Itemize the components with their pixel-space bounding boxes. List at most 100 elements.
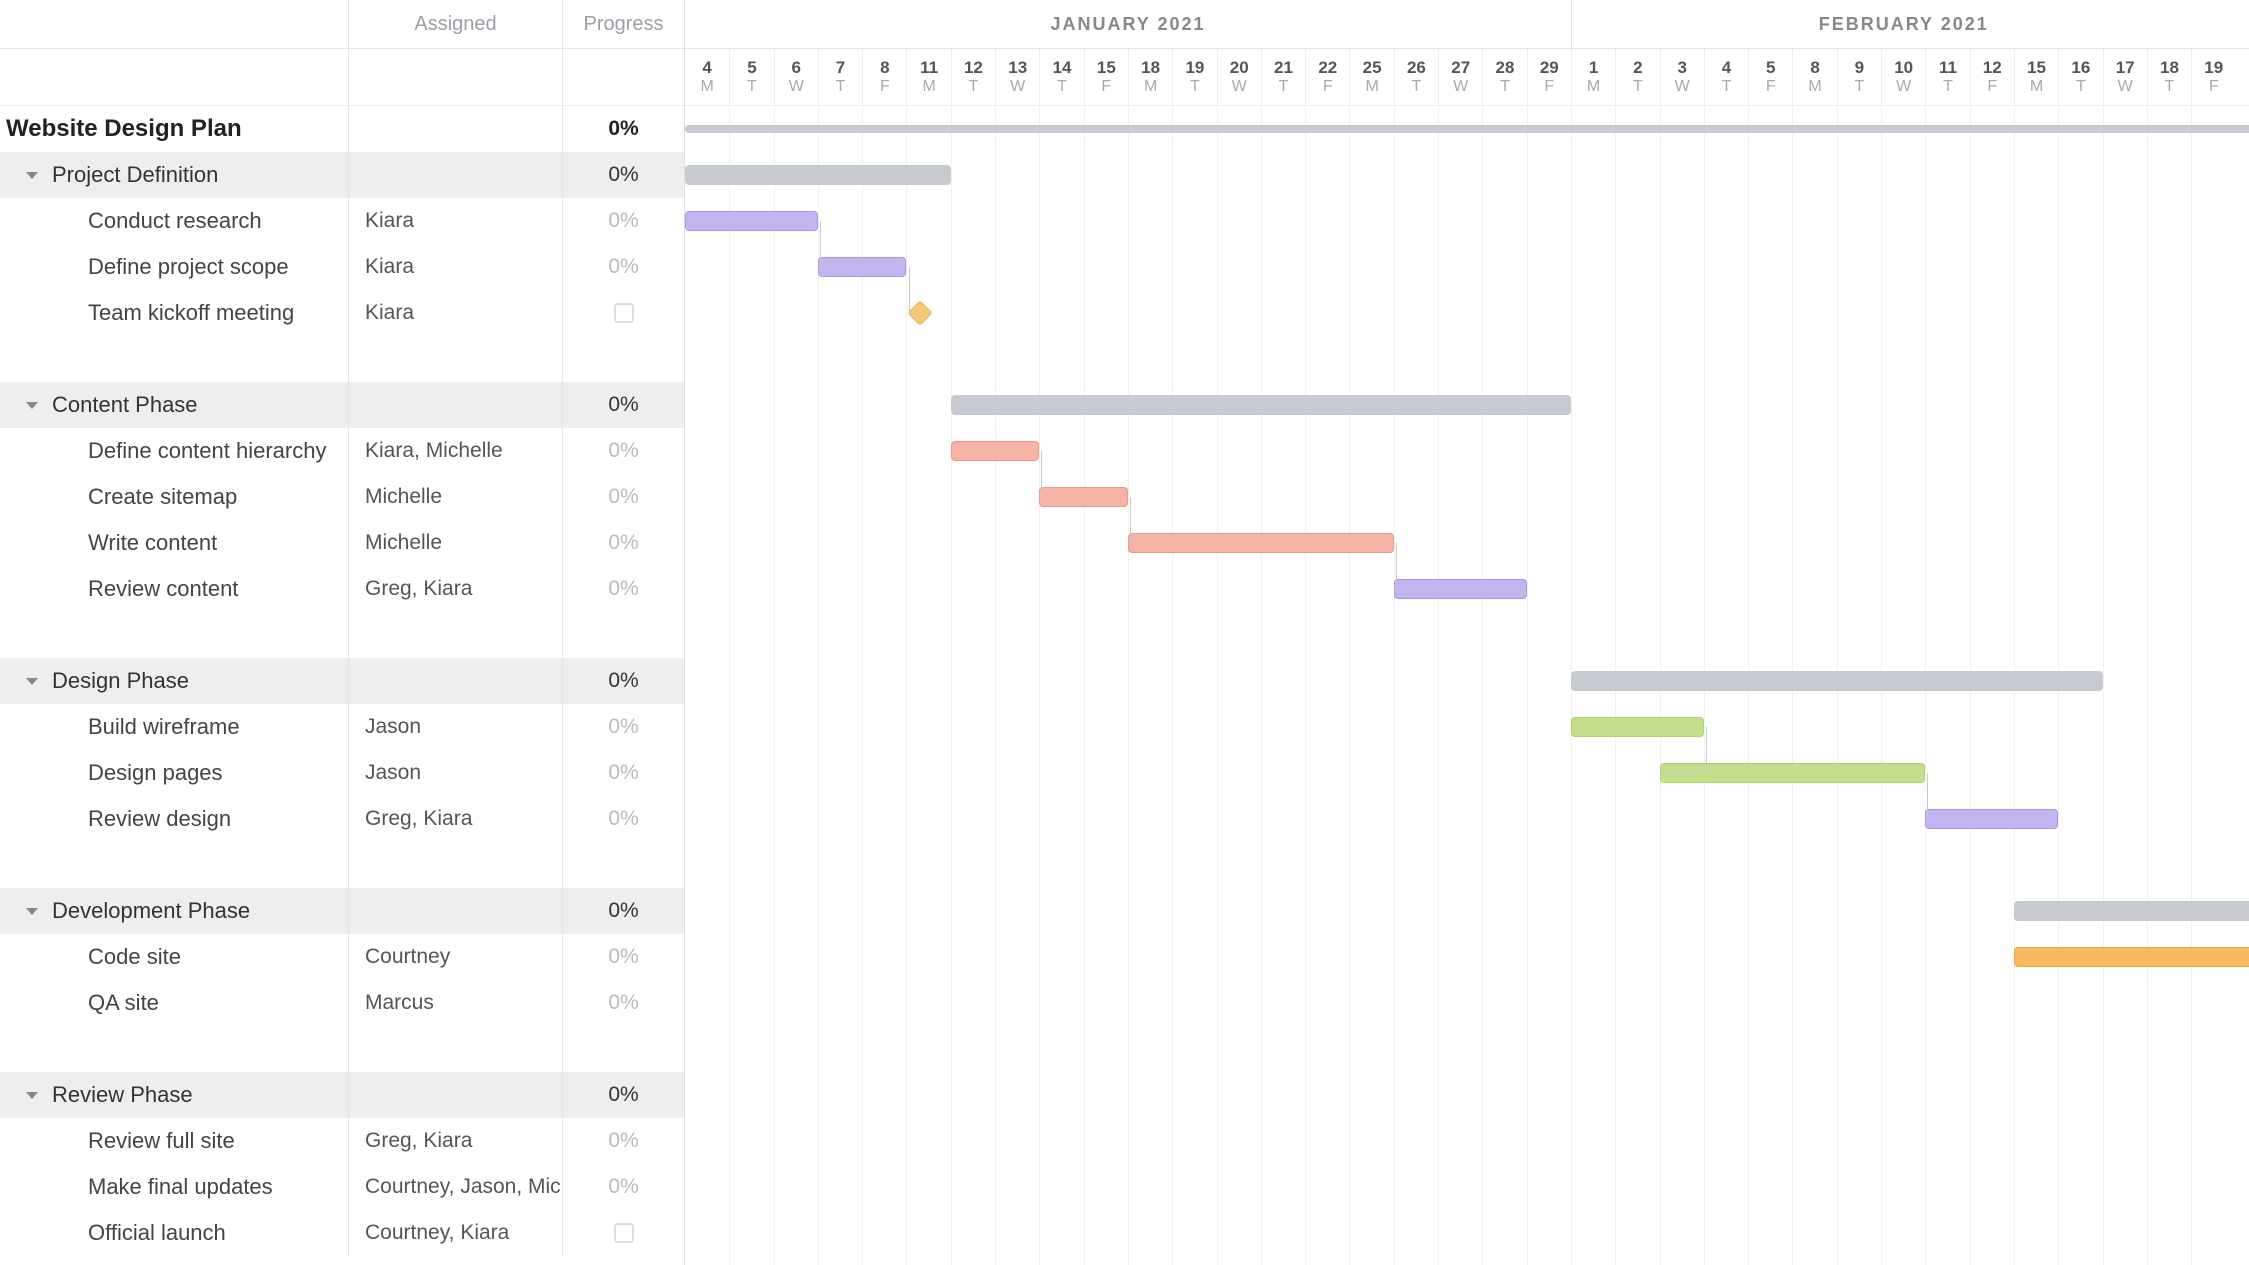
row-name-label: Content Phase <box>52 392 198 418</box>
progress-cell[interactable]: 0% <box>562 520 684 566</box>
progress-cell[interactable]: 0% <box>562 1118 684 1164</box>
timeline-pane[interactable]: JANUARY 2021FEBRUARY 2021 4M5T6W7T8F11M1… <box>685 0 2249 1265</box>
assigned-cell[interactable]: Courtney, Jason, Michelle <box>348 1164 562 1210</box>
assigned-cell[interactable]: Kiara <box>348 198 562 244</box>
collapse-caret-icon[interactable] <box>26 172 38 179</box>
gantt-bars <box>685 106 2249 1265</box>
day-of-week: T <box>1412 78 1422 96</box>
progress-cell[interactable]: 0% <box>562 428 684 474</box>
progress-cell[interactable]: 0% <box>562 704 684 750</box>
collapse-caret-icon[interactable] <box>26 1092 38 1099</box>
task-row-t1[interactable]: Conduct researchKiara0% <box>0 198 684 244</box>
progress-cell[interactable]: 0% <box>562 980 684 1026</box>
task-row-t7[interactable]: Review contentGreg, Kiara0% <box>0 566 684 612</box>
assigned-cell[interactable]: Kiara, Michelle <box>348 428 562 474</box>
plan-row-plan[interactable]: Website Design Plan 0% <box>0 106 684 152</box>
group-row-g3[interactable]: Design Phase0% <box>0 658 684 704</box>
gantt-bar-g1[interactable] <box>685 165 951 185</box>
progress-cell[interactable]: 0% <box>562 750 684 796</box>
task-row-t12[interactable]: QA siteMarcus0% <box>0 980 684 1026</box>
row-name-label: Development Phase <box>52 898 250 924</box>
task-row-t9[interactable]: Design pagesJason0% <box>0 750 684 796</box>
milestone-checkbox[interactable] <box>614 1223 634 1243</box>
progress-cell[interactable]: 0% <box>562 1072 684 1118</box>
task-row-t2[interactable]: Define project scopeKiara0% <box>0 244 684 290</box>
progress-cell[interactable] <box>562 1210 684 1256</box>
progress-cell[interactable]: 0% <box>562 1164 684 1210</box>
assigned-cell[interactable]: Greg, Kiara <box>348 1118 562 1164</box>
day-column: 11T <box>1925 49 1969 105</box>
task-row-t14[interactable]: Make final updatesCourtney, Jason, Miche… <box>0 1164 684 1210</box>
assigned-cell[interactable]: Michelle <box>348 474 562 520</box>
gantt-bar-t4[interactable] <box>951 441 1040 461</box>
task-row-t4[interactable]: Define content hierarchyKiara, Michelle0… <box>0 428 684 474</box>
task-row-t3[interactable]: Team kickoff meeting Kiara <box>0 290 684 336</box>
gantt-bar-g3[interactable] <box>1571 671 2103 691</box>
task-row-t15[interactable]: Official launchCourtney, Kiara <box>0 1210 684 1256</box>
assigned-cell[interactable]: Michelle <box>348 520 562 566</box>
dependency-connector <box>1706 727 1707 773</box>
assigned-cell[interactable]: Jason <box>348 704 562 750</box>
column-header-assigned[interactable]: Assigned <box>348 0 562 48</box>
gantt-bar-g4[interactable] <box>2014 901 2249 921</box>
progress-cell[interactable]: 0% <box>562 382 684 428</box>
progress-cell[interactable]: 0% <box>562 244 684 290</box>
assigned-cell[interactable]: Kiara <box>348 244 562 290</box>
month-label: JANUARY 2021 <box>685 0 1571 48</box>
group-row-g4[interactable]: Development Phase 0% <box>0 888 684 934</box>
progress-cell[interactable]: 0% <box>562 566 684 612</box>
assigned-cell[interactable]: Marcus <box>348 980 562 1026</box>
day-number: 1 <box>1589 58 1598 78</box>
column-header-progress[interactable]: Progress <box>562 0 684 48</box>
gantt-bar-t1[interactable] <box>685 211 818 231</box>
gantt-bar-t2[interactable] <box>818 257 907 277</box>
task-row-t6[interactable]: Write contentMichelle0% <box>0 520 684 566</box>
task-row-t8[interactable]: Build wireframeJason0% <box>0 704 684 750</box>
collapse-caret-icon[interactable] <box>26 908 38 915</box>
task-row-t11[interactable]: Code siteCourtney0% <box>0 934 684 980</box>
row-name-label: Create sitemap <box>88 484 237 510</box>
gantt-bar-plan[interactable] <box>685 125 2249 133</box>
day-number: 5 <box>1766 58 1775 78</box>
progress-cell[interactable]: 0% <box>562 474 684 520</box>
collapse-caret-icon[interactable] <box>26 402 38 409</box>
assigned-cell[interactable]: Kiara <box>348 290 562 336</box>
gantt-bar-t8[interactable] <box>1571 717 1704 737</box>
row-name-label: Team kickoff meeting <box>88 300 294 326</box>
progress-cell[interactable]: 0% <box>562 934 684 980</box>
group-row-g5[interactable]: Review Phase0% <box>0 1072 684 1118</box>
gantt-bar-g2[interactable] <box>951 395 1571 415</box>
row-name-label: Website Design Plan <box>6 115 242 143</box>
progress-cell <box>562 1026 684 1072</box>
task-row-t13[interactable]: Review full siteGreg, Kiara0% <box>0 1118 684 1164</box>
group-row-g2[interactable]: Content Phase 0% <box>0 382 684 428</box>
day-number: 12 <box>964 58 983 78</box>
gantt-bar-t11[interactable] <box>2014 947 2249 967</box>
progress-cell[interactable]: 0% <box>562 888 684 934</box>
progress-cell[interactable]: 0% <box>562 152 684 198</box>
assigned-cell[interactable]: Courtney, Kiara <box>348 1210 562 1256</box>
collapse-caret-icon[interactable] <box>26 678 38 685</box>
progress-cell[interactable]: 0% <box>562 796 684 842</box>
assigned-cell[interactable]: Jason <box>348 750 562 796</box>
progress-cell[interactable]: 0% <box>562 106 684 152</box>
assigned-cell <box>348 106 562 152</box>
day-number: 12 <box>1983 58 2002 78</box>
gantt-bar-t6[interactable] <box>1128 533 1394 553</box>
gantt-bar-t10[interactable] <box>1925 809 2058 829</box>
milestone-checkbox[interactable] <box>614 303 634 323</box>
progress-cell[interactable]: 0% <box>562 198 684 244</box>
task-row-t10[interactable]: Review designGreg, Kiara0% <box>0 796 684 842</box>
gantt-bar-t7[interactable] <box>1394 579 1527 599</box>
group-row-g1[interactable]: Project Definition0% <box>0 152 684 198</box>
gantt-bar-t5[interactable] <box>1039 487 1128 507</box>
month-header: JANUARY 2021FEBRUARY 2021 <box>685 0 2249 49</box>
assigned-cell[interactable]: Courtney <box>348 934 562 980</box>
task-row-t5[interactable]: Create sitemap Michelle0% <box>0 474 684 520</box>
assigned-cell[interactable]: Greg, Kiara <box>348 796 562 842</box>
assigned-cell[interactable]: Greg, Kiara <box>348 566 562 612</box>
day-of-week: M <box>922 78 935 96</box>
day-number: 18 <box>1141 58 1160 78</box>
progress-cell[interactable]: 0% <box>562 658 684 704</box>
progress-cell[interactable] <box>562 290 684 336</box>
